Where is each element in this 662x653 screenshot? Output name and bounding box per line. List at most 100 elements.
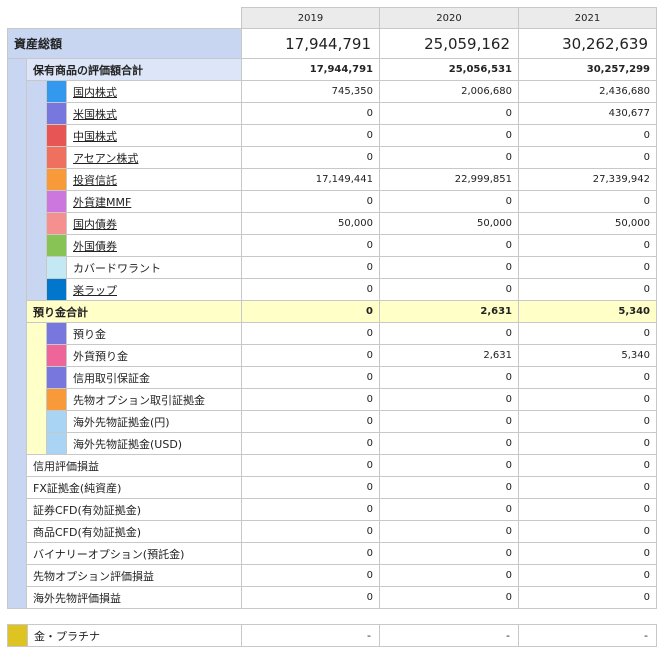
total-value: 17,944,791 (241, 28, 380, 59)
color-swatch (46, 344, 67, 367)
holding-label[interactable]: アセアン株式 (66, 146, 242, 169)
total-label: 資産総額 (7, 28, 242, 59)
holdings-total-label: 保有商品の評価額合計 (26, 58, 242, 81)
other-value: 0 (241, 476, 380, 499)
holding-value: 27,339,942 (518, 168, 657, 191)
other-row: FX証拠金(純資産) 0 0 0 (8, 476, 657, 499)
other-value: 0 (241, 542, 380, 565)
deposit-value: 0 (379, 388, 519, 411)
header-blank (7, 7, 242, 29)
holding-value: 0 (379, 190, 519, 213)
holding-label[interactable]: 米国株式 (66, 102, 242, 125)
color-swatch (46, 388, 67, 411)
other-label: 海外先物評価損益 (26, 586, 242, 609)
gold-value: - (379, 624, 519, 647)
other-row: 証券CFD(有効証拠金) 0 0 0 (8, 498, 657, 521)
deposits-total-label: 預り金合計 (26, 300, 242, 323)
color-swatch (46, 410, 67, 433)
holding-value: 0 (241, 278, 380, 301)
deposit-label: 外貨預り金 (66, 344, 242, 367)
gold-label: 金・プラチナ (27, 624, 242, 647)
other-value: 0 (518, 498, 657, 521)
other-value: 0 (518, 586, 657, 609)
color-swatch (46, 102, 67, 125)
color-swatch (46, 80, 67, 103)
deposit-label: 預り金 (66, 322, 242, 345)
holding-value: 0 (241, 234, 380, 257)
holdings-side-bar (26, 80, 47, 301)
color-swatch (46, 234, 67, 257)
holding-label[interactable]: 国内株式 (66, 80, 242, 103)
holding-value: 745,350 (241, 80, 380, 103)
color-swatch (46, 212, 67, 235)
holdings-total-value: 25,056,531 (379, 58, 519, 81)
holding-row: 国内株式 745,350 2,006,680 2,436,680 (8, 80, 657, 301)
holding-value: 0 (379, 102, 519, 125)
other-value: 0 (241, 564, 380, 587)
holdings-total-value: 30,257,299 (518, 58, 657, 81)
holding-value: 0 (518, 278, 657, 301)
total-side-bar (7, 58, 27, 609)
holding-value: 2,006,680 (379, 80, 519, 103)
color-swatch (46, 432, 67, 455)
other-value: 0 (379, 520, 519, 543)
holding-value: 2,436,680 (518, 80, 657, 103)
holding-value: 0 (379, 146, 519, 169)
holding-row: 投資信託 17,149,441 22,999,851 27,339,942 (8, 168, 657, 191)
holding-value: 0 (241, 146, 380, 169)
gold-table: 金・プラチナ - - - (7, 624, 657, 647)
other-label: FX証拠金(純資産) (26, 476, 242, 499)
deposits-total-value: 2,631 (379, 300, 519, 323)
holding-label[interactable]: 中国株式 (66, 124, 242, 147)
deposit-value: 0 (241, 344, 380, 367)
deposit-value: 2,631 (379, 344, 519, 367)
color-swatch (46, 256, 67, 279)
other-label: 信用評価損益 (26, 454, 242, 477)
other-value: 0 (518, 542, 657, 565)
holding-value: 0 (379, 256, 519, 279)
total-value: 25,059,162 (379, 28, 519, 59)
holding-row: 外国債券 0 0 0 (8, 234, 657, 257)
deposit-value: 0 (379, 410, 519, 433)
total-value: 30,262,639 (518, 28, 657, 59)
other-row: 商品CFD(有効証拠金) 0 0 0 (8, 520, 657, 543)
other-row: 先物オプション評価損益 0 0 0 (8, 564, 657, 587)
holding-value: 0 (518, 234, 657, 257)
holding-value: 0 (379, 124, 519, 147)
deposit-label: 先物オプション取引証拠金 (66, 388, 242, 411)
gold-row: 金・プラチナ - - - (7, 624, 657, 647)
other-label: 先物オプション評価損益 (26, 564, 242, 587)
deposit-value: 0 (241, 388, 380, 411)
color-swatch (46, 124, 67, 147)
holdings-total-value: 17,944,791 (241, 58, 380, 81)
holding-row: 米国株式 0 0 430,677 (8, 102, 657, 125)
deposit-label: 信用取引保証金 (66, 366, 242, 389)
holding-label[interactable]: 国内債券 (66, 212, 242, 235)
color-swatch (46, 168, 67, 191)
deposit-value: 0 (518, 432, 657, 455)
other-value: 0 (379, 498, 519, 521)
holding-row: カバードワラント 0 0 0 (8, 256, 657, 279)
holding-value: 50,000 (379, 212, 519, 235)
deposits-total-value: 5,340 (518, 300, 657, 323)
holding-row: 国内債券 50,000 50,000 50,000 (8, 212, 657, 235)
holding-value: 0 (518, 256, 657, 279)
deposit-value: 0 (241, 366, 380, 389)
deposit-label: 海外先物証拠金(円) (66, 410, 242, 433)
deposits-total-value: 0 (241, 300, 380, 323)
deposit-row: 外貨預り金 0 2,631 5,340 (8, 344, 657, 367)
deposit-value: 0 (518, 322, 657, 345)
holding-label: カバードワラント (66, 256, 242, 279)
holding-value: 0 (379, 278, 519, 301)
other-value: 0 (241, 586, 380, 609)
deposits-side-bar (26, 322, 47, 455)
holding-row: アセアン株式 0 0 0 (8, 146, 657, 169)
other-value: 0 (241, 520, 380, 543)
holding-value: 0 (241, 102, 380, 125)
deposit-row: 海外先物証拠金(円) 0 0 0 (8, 410, 657, 433)
holding-label[interactable]: 外国債券 (66, 234, 242, 257)
deposit-row: 信用取引保証金 0 0 0 (8, 366, 657, 389)
holding-label[interactable]: 外貨建MMF (66, 190, 242, 213)
holding-label[interactable]: 楽ラップ (66, 278, 242, 301)
holding-label[interactable]: 投資信託 (66, 168, 242, 191)
